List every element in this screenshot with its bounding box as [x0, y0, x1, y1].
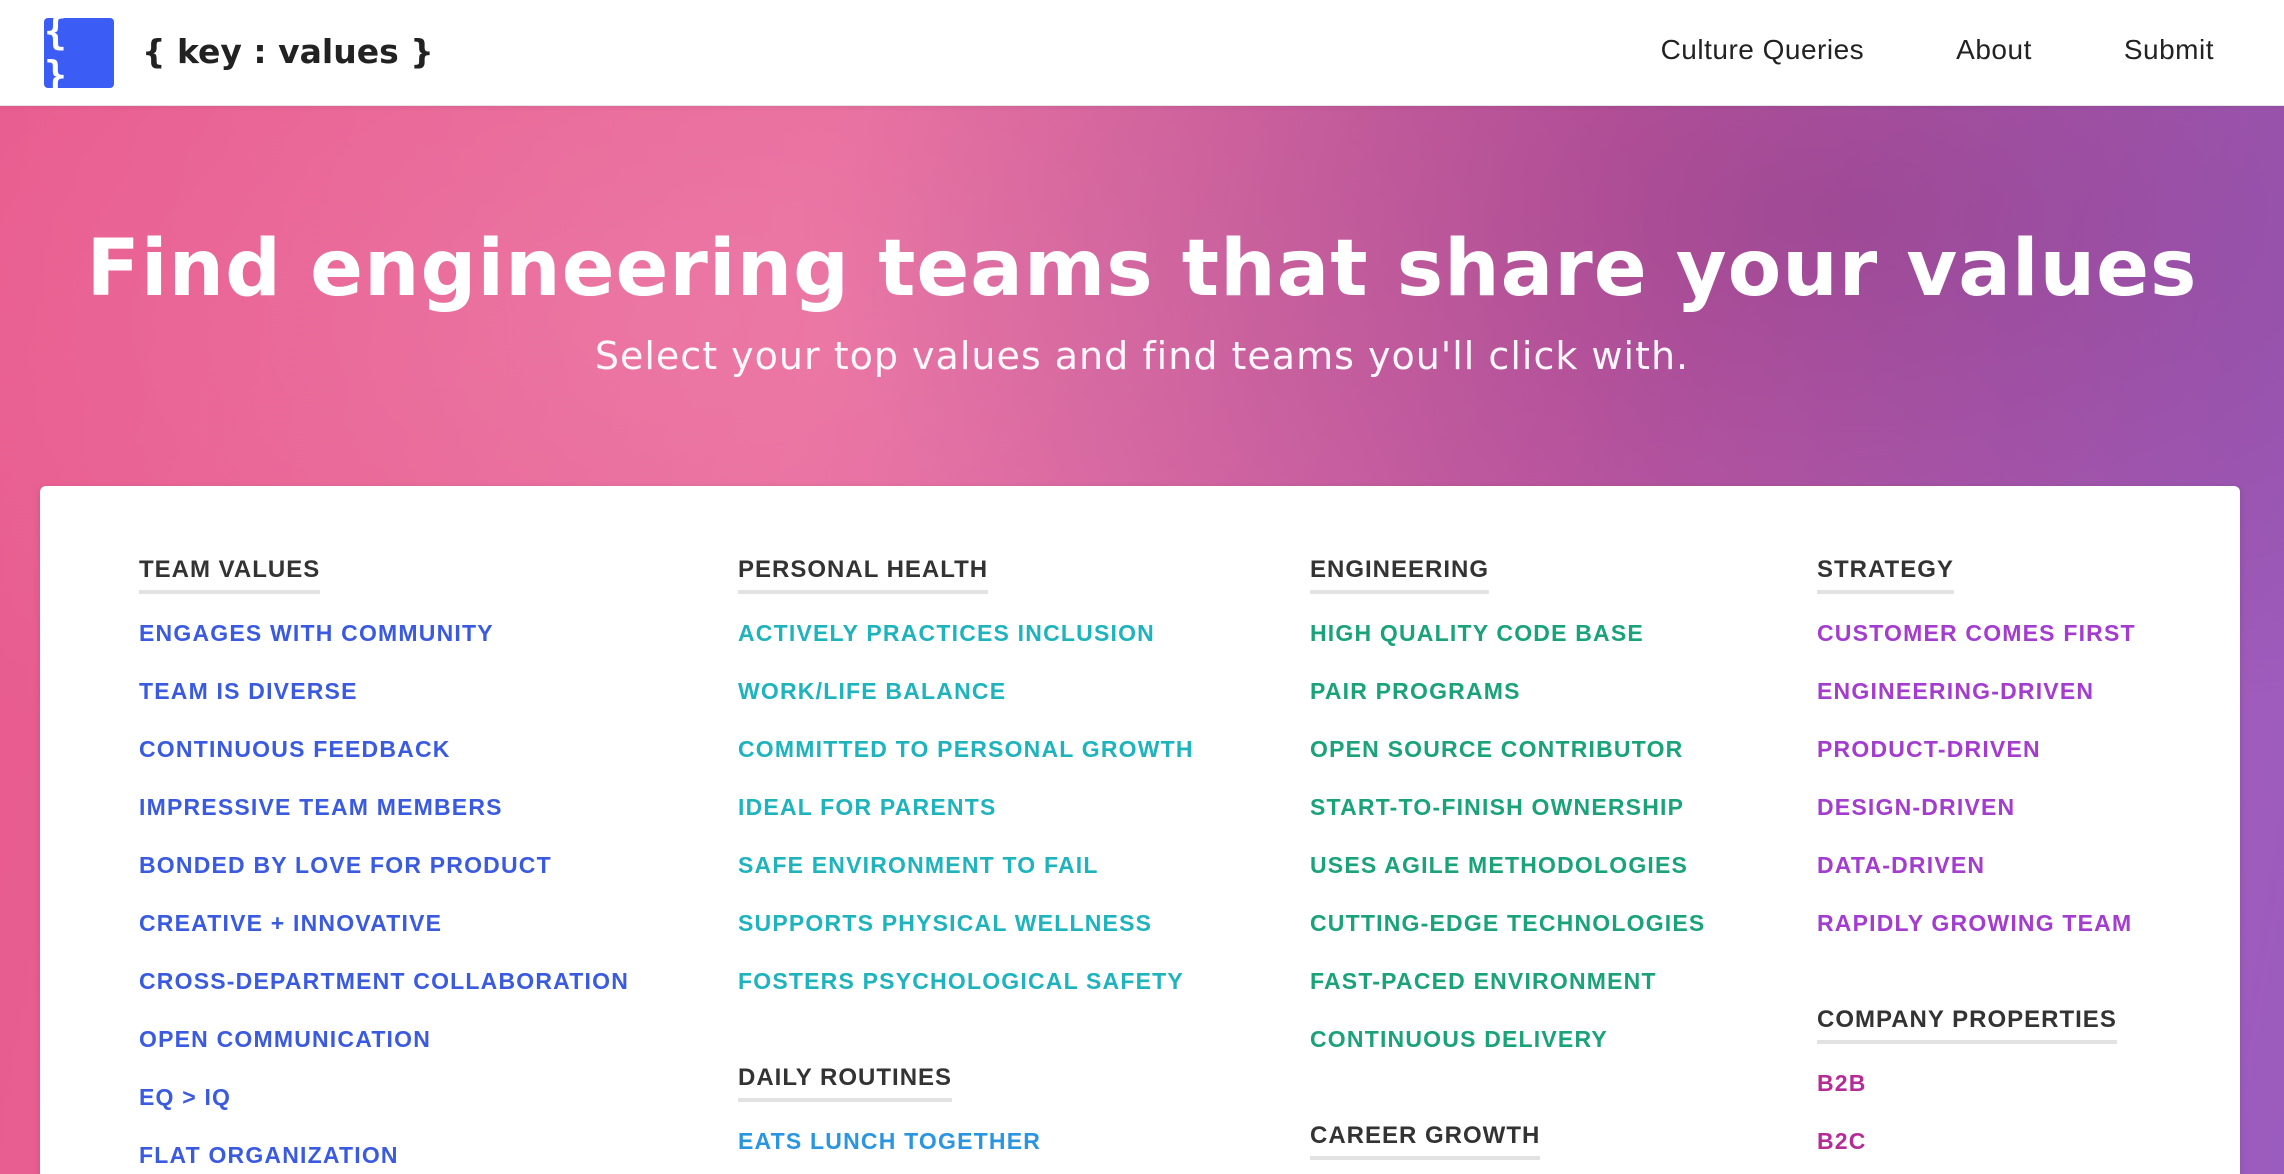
value-impressive-team-members[interactable]: IMPRESSIVE TEAM MEMBERS	[139, 790, 629, 848]
value-team-is-diverse[interactable]: TEAM IS DIVERSE	[139, 674, 629, 732]
value-start-to-finish-ownership[interactable]: START-TO-FINISH OWNERSHIP	[1310, 790, 1705, 848]
value-engages-with-community[interactable]: ENGAGES WITH COMMUNITY	[139, 616, 629, 674]
value-safe-environment-to-fail[interactable]: SAFE ENVIRONMENT TO FAIL	[738, 848, 1194, 906]
logo-braces-icon[interactable]: { }	[44, 9, 114, 97]
value-b2b[interactable]: B2B	[1817, 1066, 2136, 1124]
heading-personal-health: PERSONAL HEALTH	[738, 556, 989, 594]
column-personal-health: PERSONAL HEALTH ACTIVELY PRACTICES INCLU…	[738, 556, 1194, 1174]
value-bonded-by-love-for-product[interactable]: BONDED BY LOVE FOR PRODUCT	[139, 848, 629, 906]
value-continuous-delivery[interactable]: CONTINUOUS DELIVERY	[1310, 1022, 1705, 1080]
values-card: TEAM VALUES ENGAGES WITH COMMUNITY TEAM …	[40, 486, 2240, 1174]
value-actively-practices-inclusion[interactable]: ACTIVELY PRACTICES INCLUSION	[738, 616, 1194, 674]
heading-company-properties: COMPANY PROPERTIES	[1817, 1006, 2117, 1044]
value-pair-programs[interactable]: PAIR PROGRAMS	[1310, 674, 1705, 732]
heading-daily-routines: DAILY ROUTINES	[738, 1064, 953, 1102]
value-customer-comes-first[interactable]: CUSTOMER COMES FIRST	[1817, 616, 2136, 674]
value-rapidly-growing-team[interactable]: RAPIDLY GROWING TEAM	[1817, 906, 2136, 964]
value-b2c[interactable]: B2C	[1817, 1124, 2136, 1174]
column-strategy: STRATEGY CUSTOMER COMES FIRST ENGINEERIN…	[1817, 556, 2136, 1174]
value-work-life-balance[interactable]: WORK/LIFE BALANCE	[738, 674, 1194, 732]
value-cutting-edge-technologies[interactable]: CUTTING-EDGE TECHNOLOGIES	[1310, 906, 1705, 964]
value-product-driven[interactable]: PRODUCT-DRIVEN	[1817, 732, 2136, 790]
value-open-communication[interactable]: OPEN COMMUNICATION	[139, 1022, 629, 1080]
value-engineering-driven[interactable]: ENGINEERING-DRIVEN	[1817, 674, 2136, 732]
heading-team-values: TEAM VALUES	[139, 556, 321, 594]
value-supports-physical-wellness[interactable]: SUPPORTS PHYSICAL WELLNESS	[738, 906, 1194, 964]
value-high-quality-code-base[interactable]: HIGH QUALITY CODE BASE	[1310, 616, 1705, 674]
heading-engineering: ENGINEERING	[1310, 556, 1490, 594]
value-ideal-for-parents[interactable]: IDEAL FOR PARENTS	[738, 790, 1194, 848]
nav-submit[interactable]: Submit	[2124, 34, 2214, 66]
nav-culture-queries[interactable]: Culture Queries	[1661, 34, 1865, 66]
heading-strategy: STRATEGY	[1817, 556, 1954, 594]
value-cross-department-collaboration[interactable]: CROSS-DEPARTMENT COLLABORATION	[139, 964, 629, 1022]
value-data-driven[interactable]: DATA-DRIVEN	[1817, 848, 2136, 906]
value-continuous-feedback[interactable]: CONTINUOUS FEEDBACK	[139, 732, 629, 790]
hero-title: Find engineering teams that share your v…	[86, 224, 2198, 314]
value-open-source-contributor[interactable]: OPEN SOURCE CONTRIBUTOR	[1310, 732, 1705, 790]
value-fosters-psychological-safety[interactable]: FOSTERS PSYCHOLOGICAL SAFETY	[738, 964, 1194, 1022]
heading-career-growth: CAREER GROWTH	[1310, 1122, 1541, 1160]
value-creative-innovative[interactable]: CREATIVE + INNOVATIVE	[139, 906, 629, 964]
column-team-values: TEAM VALUES ENGAGES WITH COMMUNITY TEAM …	[139, 556, 629, 1174]
column-engineering: ENGINEERING HIGH QUALITY CODE BASE PAIR …	[1310, 556, 1705, 1174]
nav-about[interactable]: About	[1956, 34, 2032, 66]
brand-name[interactable]: { key : values }	[142, 32, 434, 71]
value-flat-organization[interactable]: FLAT ORGANIZATION	[139, 1138, 629, 1174]
hero-subtitle: Select your top values and find teams yo…	[594, 334, 1690, 378]
value-design-driven[interactable]: DESIGN-DRIVEN	[1817, 790, 2136, 848]
main-nav: Culture Queries About Submit	[1661, 34, 2214, 66]
value-eats-lunch-together[interactable]: EATS LUNCH TOGETHER	[738, 1124, 1194, 1174]
value-fast-paced-environment[interactable]: FAST-PACED ENVIRONMENT	[1310, 964, 1705, 1022]
top-navbar: { } { key : values } Culture Queries Abo…	[0, 0, 2284, 106]
value-eq-over-iq[interactable]: EQ > IQ	[139, 1080, 629, 1138]
value-uses-agile-methodologies[interactable]: USES AGILE METHODOLOGIES	[1310, 848, 1705, 906]
value-committed-to-personal-growth[interactable]: COMMITTED TO PERSONAL GROWTH	[738, 732, 1194, 790]
